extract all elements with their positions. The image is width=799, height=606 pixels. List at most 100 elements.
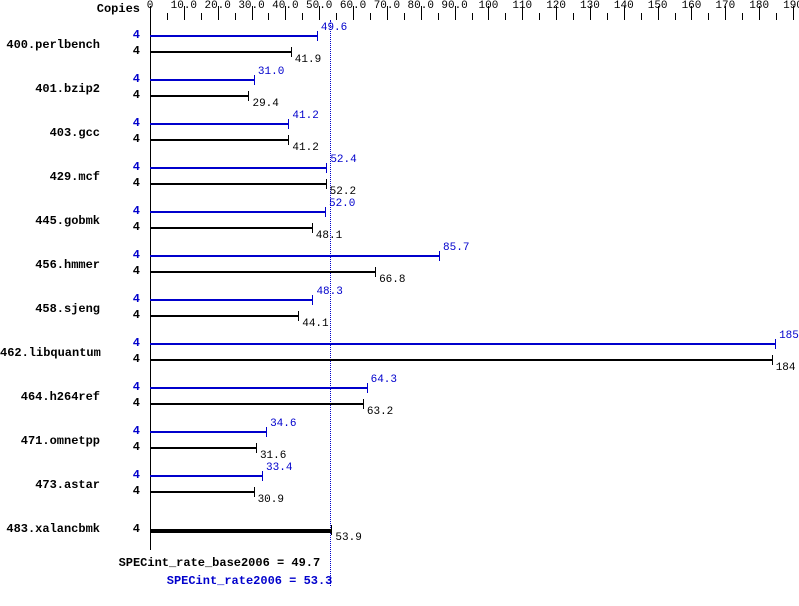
axis-tick-label: 110 bbox=[512, 0, 532, 12]
axis-minor-tick bbox=[573, 13, 574, 20]
copies-base: 4 bbox=[120, 264, 140, 278]
benchmark-row: 456.hmmer 4 85.7 4 66.8 bbox=[0, 244, 799, 288]
copies-peak: 4 bbox=[120, 28, 140, 42]
peak-value-label: 34.6 bbox=[270, 418, 296, 430]
base-value-label: 184 bbox=[776, 362, 796, 374]
copies-peak: 4 bbox=[120, 160, 140, 174]
benchmark-name: 445.gobmk bbox=[0, 214, 100, 228]
axis-tick-label: 130 bbox=[580, 0, 600, 12]
axis-minor-tick bbox=[708, 13, 709, 20]
base-value-label: 44.1 bbox=[302, 318, 328, 330]
copies-header: Copies bbox=[90, 2, 140, 16]
copies-peak: 4 bbox=[120, 116, 140, 130]
axis-tick-label: 150 bbox=[648, 0, 668, 12]
base-value-label: 30.9 bbox=[258, 494, 284, 506]
axis-tick-label: 80.0 bbox=[408, 0, 434, 12]
axis-minor-tick bbox=[438, 13, 439, 20]
benchmark-row: 464.h264ref 4 64.3 4 63.2 bbox=[0, 376, 799, 420]
base-value-label: 63.2 bbox=[367, 406, 393, 418]
peak-value-label: 64.3 bbox=[371, 374, 397, 386]
copies-peak: 4 bbox=[120, 248, 140, 262]
benchmark-name: 473.astar bbox=[0, 478, 100, 492]
peak-value-label: 49.6 bbox=[321, 22, 347, 34]
peak-value-label: 31.0 bbox=[258, 66, 284, 78]
copies-peak: 4 bbox=[120, 204, 140, 218]
copies-base: 4 bbox=[120, 176, 140, 190]
copies-base: 4 bbox=[120, 88, 140, 102]
peak-value-label: 33.4 bbox=[266, 462, 292, 474]
axis-tick-label: 60.0 bbox=[340, 0, 366, 12]
axis-tick-label: 120 bbox=[546, 0, 566, 12]
axis-minor-tick bbox=[404, 13, 405, 20]
benchmark-row: 401.bzip2431.0429.4 bbox=[0, 68, 799, 112]
axis-minor-tick bbox=[472, 13, 473, 20]
peak-value-label: 185 bbox=[779, 330, 799, 342]
copies-peak: 4 bbox=[120, 336, 140, 350]
axis-minor-tick bbox=[607, 13, 608, 20]
axis-minor-tick bbox=[776, 13, 777, 20]
benchmark-row: 483.xalancbmk453.9 bbox=[0, 508, 799, 552]
benchmark-name: 400.perlbench bbox=[0, 38, 100, 52]
axis-tick-label: 170 bbox=[715, 0, 735, 12]
base-value-label: 29.4 bbox=[252, 98, 278, 110]
axis-minor-tick bbox=[505, 13, 506, 20]
axis-tick-label: 40.0 bbox=[272, 0, 298, 12]
footer-peak-label: SPECint_rate2006 = 53.3 bbox=[167, 574, 333, 588]
spec-rate-chart: 010.020.030.040.050.060.070.080.090.0100… bbox=[0, 0, 799, 606]
benchmark-name: 429.mcf bbox=[0, 170, 100, 184]
copies-base: 4 bbox=[120, 44, 140, 58]
axis-minor-tick bbox=[235, 13, 236, 20]
copies-peak: 4 bbox=[120, 292, 140, 306]
axis-tick-label: 100 bbox=[479, 0, 499, 12]
peak-value-label: 48.3 bbox=[316, 286, 342, 298]
copies-base: 4 bbox=[120, 484, 140, 498]
copies-base: 4 bbox=[120, 308, 140, 322]
base-value-label: 66.8 bbox=[379, 274, 405, 286]
copies-base: 4 bbox=[120, 522, 140, 536]
copies-base: 4 bbox=[120, 220, 140, 234]
benchmark-name: 458.sjeng bbox=[0, 302, 100, 316]
copies-base: 4 bbox=[120, 396, 140, 410]
base-value-label: 31.6 bbox=[260, 450, 286, 462]
base-value-label: 41.9 bbox=[295, 54, 321, 66]
copies-base: 4 bbox=[120, 132, 140, 146]
copies-peak: 4 bbox=[120, 468, 140, 482]
benchmark-row: 429.mcf 4 52.4 4 52.2 bbox=[0, 156, 799, 200]
axis-tick-label: 90.0 bbox=[441, 0, 467, 12]
axis-tick-label: 50.0 bbox=[306, 0, 332, 12]
axis-minor-tick bbox=[336, 13, 337, 20]
axis-minor-tick bbox=[675, 13, 676, 20]
benchmark-row: 462.libquantum 4 185 4 184 bbox=[0, 332, 799, 376]
benchmark-row: 400.perlbench 4 49.6 4 41.9 bbox=[0, 24, 799, 68]
benchmark-name: 462.libquantum bbox=[0, 346, 100, 360]
benchmark-row: 471.omnetpp 4 34.6 4 31.6 bbox=[0, 420, 799, 464]
benchmark-row: 445.gobmk452.0448.1 bbox=[0, 200, 799, 244]
benchmark-name: 464.h264ref bbox=[0, 390, 100, 404]
benchmark-name: 471.omnetpp bbox=[0, 434, 100, 448]
base-value-label: 53.9 bbox=[335, 532, 361, 544]
axis-tick-label: 140 bbox=[614, 0, 634, 12]
benchmark-name: 456.hmmer bbox=[0, 258, 100, 272]
axis-minor-tick bbox=[167, 13, 168, 20]
axis-tick-label: 180 bbox=[749, 0, 769, 12]
benchmark-name: 403.gcc bbox=[0, 126, 100, 140]
peak-value-label: 52.4 bbox=[330, 154, 356, 166]
copies-base: 4 bbox=[120, 352, 140, 366]
peak-value-label: 85.7 bbox=[443, 242, 469, 254]
axis-minor-tick bbox=[370, 13, 371, 20]
axis-tick-label: 20.0 bbox=[204, 0, 230, 12]
copies-peak: 4 bbox=[120, 72, 140, 86]
copies-base: 4 bbox=[120, 440, 140, 454]
axis-tick-label: 30.0 bbox=[238, 0, 264, 12]
axis-minor-tick bbox=[302, 13, 303, 20]
benchmark-row: 403.gcc441.2441.2 bbox=[0, 112, 799, 156]
base-value-label: 41.2 bbox=[292, 142, 318, 154]
base-value-label: 52.2 bbox=[330, 186, 356, 198]
base-value-label: 48.1 bbox=[316, 230, 342, 242]
axis-minor-tick bbox=[268, 13, 269, 20]
copies-peak: 4 bbox=[120, 424, 140, 438]
footer-base-label: SPECint_rate_base2006 = 49.7 bbox=[119, 556, 321, 570]
axis-tick-label: 70.0 bbox=[374, 0, 400, 12]
axis-minor-tick bbox=[641, 13, 642, 20]
copies-peak: 4 bbox=[120, 380, 140, 394]
